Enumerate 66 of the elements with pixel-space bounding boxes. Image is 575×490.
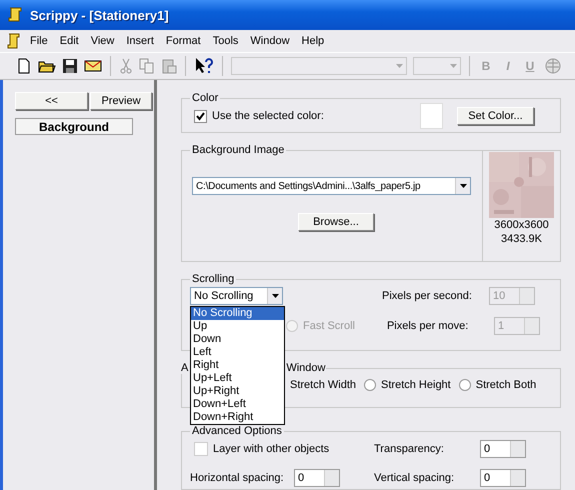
menu-item[interactable]: Insert — [120, 35, 160, 47]
new-document-icon[interactable] — [16, 58, 32, 74]
checkbox[interactable] — [194, 442, 208, 456]
field-label: Vertical spacing: — [374, 472, 456, 484]
globe-icon[interactable] — [544, 57, 562, 75]
envelope-icon[interactable] — [84, 58, 102, 74]
spin-field[interactable]: 0 — [480, 440, 526, 458]
clipboard-icon[interactable] — [161, 58, 177, 74]
radio-label: Stretch Both — [476, 379, 536, 391]
radio-label: Stretch Height — [381, 379, 451, 391]
copy-icon[interactable] — [139, 58, 155, 74]
menu-item[interactable]: Help — [296, 35, 330, 47]
dropdown-option[interactable]: Up — [191, 320, 284, 333]
dropdown-option[interactable]: Right — [191, 359, 284, 372]
checkbox[interactable] — [194, 110, 207, 122]
field-label: Transparency: — [374, 443, 445, 455]
group-title: Advanced Options — [191, 425, 283, 437]
dropdown-option[interactable]: No Scrolling — [191, 307, 284, 320]
image-dimensions: 3600x3600 — [494, 219, 549, 232]
menu-item[interactable]: Format — [160, 35, 207, 47]
scissors-icon[interactable] — [119, 58, 133, 74]
dropdown-option[interactable]: Down+Right — [191, 411, 284, 424]
dropdown-option[interactable]: Left — [191, 346, 284, 359]
color-swatch — [420, 103, 443, 129]
window-title: Scrippy - [Stationery1] — [30, 8, 169, 22]
help-pointer-icon[interactable] — [194, 57, 214, 75]
menu-item[interactable]: Edit — [54, 35, 85, 47]
checkbox-label: Layer with other objects — [213, 443, 330, 455]
dropdown-option[interactable]: Up+Right — [191, 385, 284, 398]
radio-button[interactable] — [364, 379, 376, 391]
dropdown-arrow-icon — [450, 64, 456, 68]
field-label: Horizontal spacing: — [190, 472, 285, 484]
dropdown-option[interactable]: Up+Left — [191, 372, 284, 385]
sidebar-button[interactable]: Preview — [90, 92, 152, 110]
radio-label: Fast Scroll — [303, 320, 355, 332]
dropdown-option[interactable]: Down — [191, 333, 284, 346]
field-label: Pixels per move: — [386, 320, 470, 332]
group-title: A — [181, 362, 188, 374]
group-title: Background Image — [191, 144, 286, 156]
radio-label: Stretch Width — [290, 379, 356, 391]
sidebar-item[interactable]: Background — [15, 118, 133, 135]
menu-item[interactable]: View — [84, 35, 120, 47]
save-icon[interactable] — [62, 58, 78, 74]
dropdown-arrow-icon — [272, 294, 278, 298]
browse-button[interactable]: Browse... — [298, 213, 374, 231]
spin-field[interactable]: 0 — [294, 469, 340, 487]
menu-item[interactable]: Tools — [206, 35, 244, 47]
checkbox-label: Use the selected color: — [212, 110, 324, 122]
scroll-icon — [6, 6, 24, 24]
scrolling-dropdown[interactable]: No Scrolling — [190, 287, 283, 305]
path-dropdown[interactable]: C:\Documents and Settings\Admini...\3alfs_paper5.jp — [192, 177, 471, 195]
group-title: Color — [191, 92, 220, 104]
dropdown-arrow-icon — [396, 64, 402, 68]
spin-field[interactable]: 0 — [480, 469, 526, 487]
file-size: 3433.9K — [501, 233, 542, 246]
radio-button[interactable] — [458, 379, 471, 391]
group-title: Scrolling — [191, 273, 236, 285]
dropdown-arrow-icon — [460, 184, 466, 188]
menu-item[interactable]: Window — [244, 35, 296, 47]
sidebar-button[interactable]: << — [15, 92, 88, 110]
group-title: Window — [286, 362, 326, 374]
scroll-icon[interactable] — [6, 32, 22, 50]
dropdown-option[interactable]: Down+Left — [191, 398, 284, 411]
menu-item[interactable]: File — [24, 35, 54, 47]
field-label: Pixels per second: — [382, 290, 473, 302]
set-color-button[interactable]: Set Color... — [457, 107, 534, 125]
